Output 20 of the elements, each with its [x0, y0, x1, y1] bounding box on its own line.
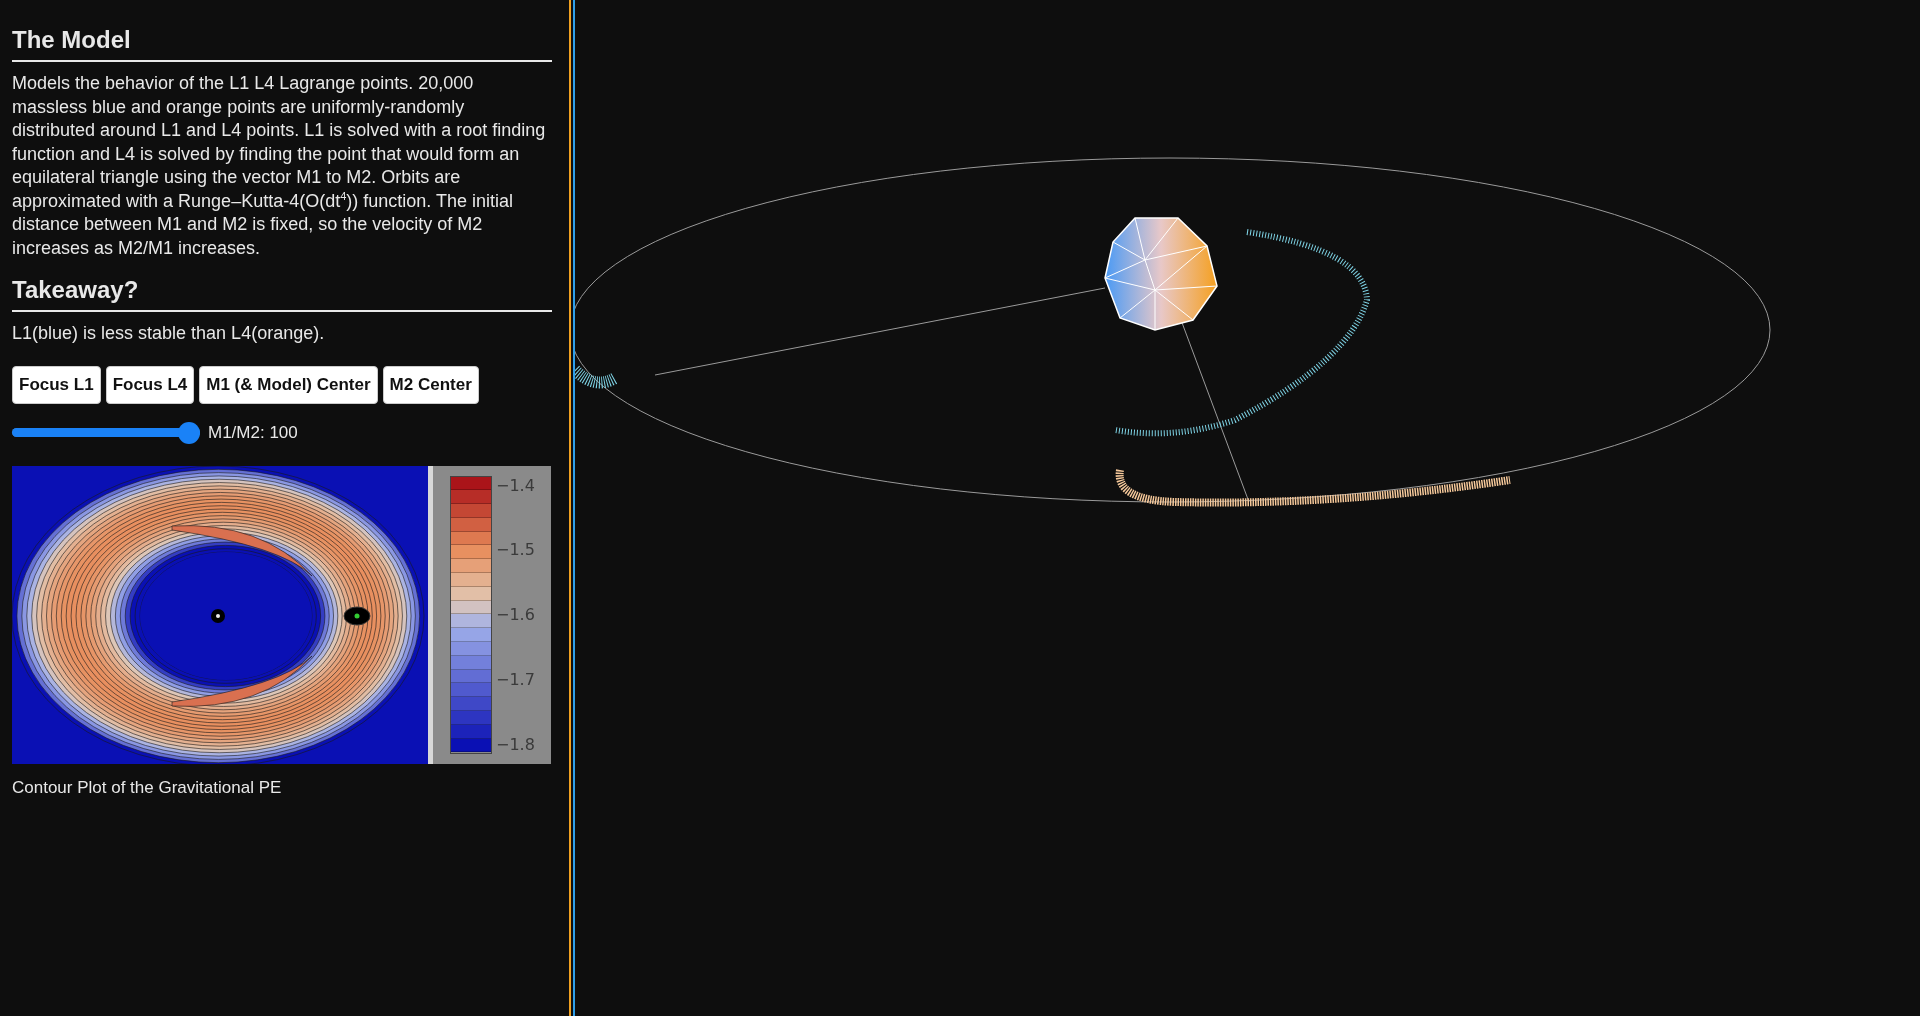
section-text: Models the behavior of the L1 L4 Lagrange points. 20,000 massless blue and orange points are uniformly-randomly distributed around L1 and L4 points. L1 is solved with a root finding function and L4 is solved by finding the point that would form an equilateral triangle using the vector M1 to M2. Orbits are approximated with a Runge–Kutta-4(O(dt$^{4}$)) function. The initial distance between M1 and M2 is fixed, so the velocity of M2 increases as M2/M1 increases.: [12, 72, 547, 260]
slider-thumb[interactable]: [178, 421, 200, 444]
section-heading: The Model: [12, 26, 552, 62]
section-heading: Takeaway?: [12, 276, 552, 312]
colorbar-tick-label: −1.7: [496, 669, 535, 689]
camera-button[interactable]: Focus L4: [105, 365, 195, 404]
camera-button[interactable]: M2 Center: [382, 365, 479, 404]
colorbar-tick-label: −1.5: [496, 540, 535, 560]
particle-cloud: [575, 365, 618, 389]
mass-marker: [343, 606, 371, 625]
colorbar-tick-label: −1.6: [496, 605, 535, 624]
camera-button[interactable]: Focus L1: [12, 365, 101, 404]
section-text: L1(blue) is less stable than L4(orange).: [12, 322, 326, 345]
mass-marker: [211, 608, 225, 623]
plot-caption: Contour Plot of the Gravitational PE: [12, 777, 283, 798]
colorbar-tick-label: −1.4: [496, 475, 535, 495]
slider-reading: M1/M2: 100: [208, 422, 298, 443]
camera-button[interactable]: M1 (& Model) Center: [199, 365, 378, 404]
mass-ratio-slider[interactable]: [12, 421, 200, 444]
colorbar-tick-label: −1.8: [496, 734, 535, 754]
